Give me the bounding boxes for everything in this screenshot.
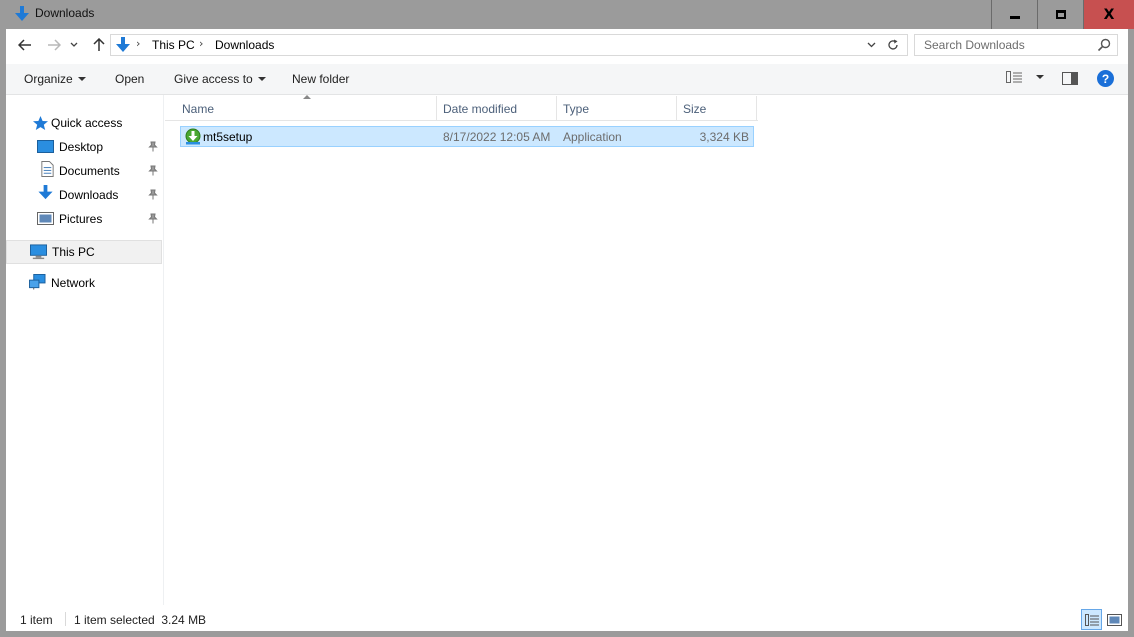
file-row[interactable]: mt5setup 8/17/2022 12:05 AM Application … (180, 126, 754, 147)
file-list: Name Date modified Type Size mt5setup 8/… (165, 95, 1128, 605)
breadcrumb-downloads[interactable]: Downloads (215, 38, 274, 52)
organize-button[interactable]: Organize (24, 72, 86, 86)
downloads-icon (116, 37, 130, 52)
pin-icon[interactable] (148, 141, 158, 152)
give-access-label: Give access to (174, 72, 253, 86)
command-bar: Organize Open Give access to New folder (6, 64, 1128, 95)
large-icons-view-button[interactable] (1105, 610, 1124, 629)
open-button[interactable]: Open (115, 72, 144, 86)
preview-pane-icon[interactable] (1062, 72, 1078, 85)
application-icon (185, 128, 201, 145)
breadcrumb-this-pc[interactable]: This PC (152, 38, 195, 52)
caret-down-icon (257, 77, 266, 81)
column-header-date[interactable]: Date modified (437, 96, 557, 121)
maximize-button[interactable] (1037, 0, 1083, 29)
new-folder-label: New folder (292, 72, 350, 86)
desktop-icon (37, 140, 54, 153)
status-selection: 1 item selected 3.24 MB (74, 613, 207, 627)
pin-icon[interactable] (148, 189, 158, 200)
nav-desktop-label: Desktop (59, 140, 104, 154)
give-access-button[interactable]: Give access to (174, 72, 266, 86)
caret-down-icon (1036, 75, 1044, 79)
forward-button[interactable] (43, 35, 65, 55)
column-header-date-label: Date modified (443, 101, 518, 116)
status-bar: 1 item 1 item selected 3.24 MB (6, 605, 1128, 631)
organize-label: Organize (24, 72, 73, 86)
chevron-down-icon (70, 42, 78, 47)
nav-this-pc-label: This PC (52, 245, 95, 259)
change-view-button[interactable] (1006, 71, 1044, 83)
nav-pictures[interactable]: Pictures (6, 208, 162, 230)
file-date-modified: 8/17/2022 12:05 AM (443, 130, 551, 144)
pin-icon[interactable] (148, 165, 158, 176)
column-header-size-label: Size (683, 101, 707, 116)
network-icon (29, 274, 46, 290)
downloads-icon (38, 185, 53, 200)
large-icons-view-icon (1107, 613, 1122, 626)
breadcrumb-separator-icon[interactable]: › (136, 37, 140, 50)
nav-documents-label: Documents (59, 164, 120, 178)
back-button[interactable] (14, 35, 36, 55)
downloads-icon (15, 6, 29, 21)
nav-network[interactable]: Network (6, 272, 162, 294)
explorer-client: › This PC › Downloads Organize Open Give… (6, 29, 1128, 631)
computer-icon (30, 244, 47, 260)
details-view-icon (1006, 71, 1022, 83)
window-title: Downloads (35, 6, 95, 20)
nav-downloads[interactable]: Downloads (6, 184, 162, 206)
search-input[interactable] (916, 36, 1092, 54)
status-divider (65, 612, 66, 626)
nav-desktop[interactable]: Desktop (6, 136, 162, 158)
pin-icon[interactable] (148, 213, 158, 224)
column-header-size[interactable]: Size (677, 96, 757, 121)
column-header-type[interactable]: Type (557, 96, 677, 121)
close-icon: X (1103, 6, 1115, 23)
minimize-icon (1009, 16, 1020, 19)
pictures-icon (37, 212, 54, 225)
column-header-type-label: Type (563, 101, 590, 116)
explorer-window: Downloads X › This PC › Downloads Search… (0, 0, 1134, 637)
star-icon (33, 116, 48, 130)
details-view-icon (1084, 613, 1099, 626)
navigation-pane: Quick access Desktop Documents Downloads… (6, 95, 164, 605)
forward-arrow-icon (48, 39, 61, 51)
column-header-bar: Name Date modified Type Size (165, 95, 758, 121)
address-dropdown-icon[interactable] (867, 42, 876, 48)
title-bar[interactable]: Downloads X (0, 0, 1134, 29)
file-type: Application (563, 130, 622, 144)
nav-pictures-label: Pictures (59, 212, 103, 226)
search-box[interactable] (914, 34, 1118, 56)
recent-locations-button[interactable] (67, 35, 81, 55)
caret-down-icon (77, 77, 86, 81)
minimize-button[interactable] (991, 0, 1037, 29)
column-header-name-label: Name (182, 101, 215, 116)
nav-downloads-label: Downloads (59, 188, 119, 202)
nav-network-label: Network (51, 276, 96, 290)
details-view-button[interactable] (1081, 609, 1102, 630)
nav-quick-access-label: Quick access (51, 116, 123, 130)
back-arrow-icon (18, 39, 31, 51)
maximize-icon (1055, 10, 1066, 19)
nav-quick-access[interactable]: Quick access (6, 112, 162, 134)
status-item-count: 1 item (20, 613, 53, 627)
search-icon[interactable] (1097, 38, 1111, 52)
refresh-icon[interactable] (887, 39, 899, 51)
new-folder-button[interactable]: New folder (292, 72, 349, 86)
file-name: mt5setup (203, 130, 253, 144)
column-header-name[interactable]: Name (176, 96, 437, 121)
up-button[interactable] (88, 35, 110, 55)
help-icon[interactable]: ? (1097, 70, 1114, 87)
close-button[interactable]: X (1083, 0, 1134, 29)
nav-this-pc[interactable]: This PC (6, 240, 162, 264)
nav-documents[interactable]: Documents (6, 160, 162, 182)
documents-icon (41, 161, 54, 177)
up-arrow-icon (93, 38, 105, 51)
open-label: Open (115, 72, 145, 86)
address-bar[interactable]: › This PC › Downloads (110, 34, 908, 56)
breadcrumb-separator-icon[interactable]: › (199, 37, 203, 50)
file-size: 3,324 KB (699, 130, 749, 144)
